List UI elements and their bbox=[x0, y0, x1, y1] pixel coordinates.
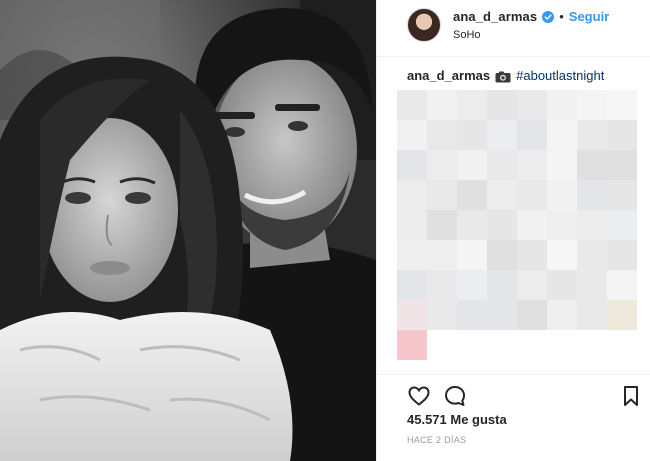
action-bar bbox=[407, 384, 643, 408]
mosaic-tile bbox=[487, 180, 517, 210]
mosaic-tile bbox=[487, 150, 517, 180]
mosaic-tile bbox=[397, 210, 427, 240]
hashtag-link[interactable]: #aboutlastnight bbox=[516, 67, 604, 85]
mosaic-tile bbox=[547, 300, 577, 330]
mosaic-tile bbox=[427, 210, 457, 240]
post-header: ana_d_armas • Seguir SoHo bbox=[377, 0, 650, 50]
username-link[interactable]: ana_d_armas bbox=[453, 9, 537, 24]
pixelated-comments bbox=[377, 90, 650, 380]
post-photo[interactable] bbox=[0, 0, 376, 461]
mosaic-tile bbox=[397, 180, 427, 210]
mosaic-tile bbox=[487, 270, 517, 300]
mosaic-tile bbox=[547, 270, 577, 300]
mosaic-tile bbox=[397, 240, 427, 270]
mosaic-tile bbox=[607, 210, 637, 240]
comment-bubble-icon[interactable] bbox=[443, 384, 467, 408]
mosaic-tile bbox=[547, 150, 577, 180]
post-caption: ana_d_armas #aboutlastnight bbox=[407, 67, 643, 85]
mosaic-tile bbox=[427, 120, 457, 150]
avatar[interactable] bbox=[407, 8, 441, 42]
mosaic-tile bbox=[457, 180, 487, 210]
mosaic-tile bbox=[547, 240, 577, 270]
mosaic-tile bbox=[397, 90, 427, 120]
mosaic-tile bbox=[577, 180, 607, 210]
mosaic-tile bbox=[607, 120, 637, 150]
header-text: ana_d_armas • Seguir SoHo bbox=[453, 9, 609, 41]
likes-count[interactable]: 45.571 Me gusta bbox=[407, 412, 507, 427]
mosaic-tile bbox=[427, 240, 457, 270]
mosaic-tile bbox=[517, 150, 547, 180]
mosaic-tile bbox=[517, 180, 547, 210]
mosaic-tile bbox=[547, 120, 577, 150]
mosaic-tile bbox=[397, 300, 427, 330]
mosaic-tile bbox=[397, 270, 427, 300]
post-sidebar: ana_d_armas • Seguir SoHo ana_d_armas #a… bbox=[376, 0, 650, 461]
mosaic-tile bbox=[607, 270, 637, 300]
mosaic-tile bbox=[607, 150, 637, 180]
mosaic-tile bbox=[457, 210, 487, 240]
mosaic-tile bbox=[457, 120, 487, 150]
instagram-post: ana_d_armas • Seguir SoHo ana_d_armas #a… bbox=[0, 0, 650, 461]
caption-username-link[interactable]: ana_d_armas bbox=[407, 67, 490, 85]
mosaic-tile bbox=[547, 90, 577, 120]
mosaic-tile bbox=[577, 120, 607, 150]
mosaic-tile bbox=[457, 240, 487, 270]
post-timestamp[interactable]: HACE 2 DÍAS bbox=[407, 435, 466, 445]
header-divider bbox=[377, 56, 650, 57]
pixelated-comments-image bbox=[397, 90, 637, 360]
mosaic-tile bbox=[517, 90, 547, 120]
mosaic-tile bbox=[607, 240, 637, 270]
mosaic-tile bbox=[607, 90, 637, 120]
mosaic-tile bbox=[607, 300, 637, 330]
mosaic-tile bbox=[487, 300, 517, 330]
mosaic-tile bbox=[457, 150, 487, 180]
photo-image bbox=[0, 0, 376, 461]
mosaic-tile bbox=[427, 300, 457, 330]
header-row: ana_d_armas • Seguir bbox=[453, 9, 609, 24]
heart-outline-icon[interactable] bbox=[407, 384, 431, 408]
mosaic-tile bbox=[427, 270, 457, 300]
mosaic-tile bbox=[547, 180, 577, 210]
mosaic-tile bbox=[397, 150, 427, 180]
mosaic-tile bbox=[577, 150, 607, 180]
mosaic-tile bbox=[457, 90, 487, 120]
mosaic-tile bbox=[607, 180, 637, 210]
location-link[interactable]: SoHo bbox=[453, 29, 609, 41]
mosaic-tile bbox=[487, 90, 517, 120]
actions-divider bbox=[377, 374, 650, 375]
mosaic-tile bbox=[517, 120, 547, 150]
mosaic-tile bbox=[517, 240, 547, 270]
mosaic-tile bbox=[577, 240, 607, 270]
mosaic-tile bbox=[547, 210, 577, 240]
mosaic-tile bbox=[427, 90, 457, 120]
follow-button[interactable]: Seguir bbox=[569, 9, 609, 24]
mosaic-tile bbox=[457, 270, 487, 300]
mosaic-tile bbox=[487, 120, 517, 150]
mosaic-tile bbox=[577, 270, 607, 300]
dot-separator: • bbox=[559, 9, 564, 24]
mosaic-tile bbox=[517, 210, 547, 240]
mosaic-tile bbox=[397, 330, 427, 360]
mosaic-tile bbox=[427, 180, 457, 210]
mosaic-tile bbox=[577, 210, 607, 240]
mosaic-tile bbox=[517, 300, 547, 330]
mosaic-tile bbox=[487, 240, 517, 270]
mosaic-tile bbox=[397, 120, 427, 150]
mosaic-tile bbox=[487, 210, 517, 240]
mosaic-tile bbox=[517, 270, 547, 300]
mosaic-tile bbox=[577, 300, 607, 330]
bookmark-icon[interactable] bbox=[619, 384, 643, 408]
mosaic-tile bbox=[427, 150, 457, 180]
verified-badge-icon bbox=[542, 10, 555, 23]
mosaic-tile bbox=[457, 300, 487, 330]
camera-icon bbox=[495, 70, 511, 83]
mosaic-tile bbox=[577, 90, 607, 120]
